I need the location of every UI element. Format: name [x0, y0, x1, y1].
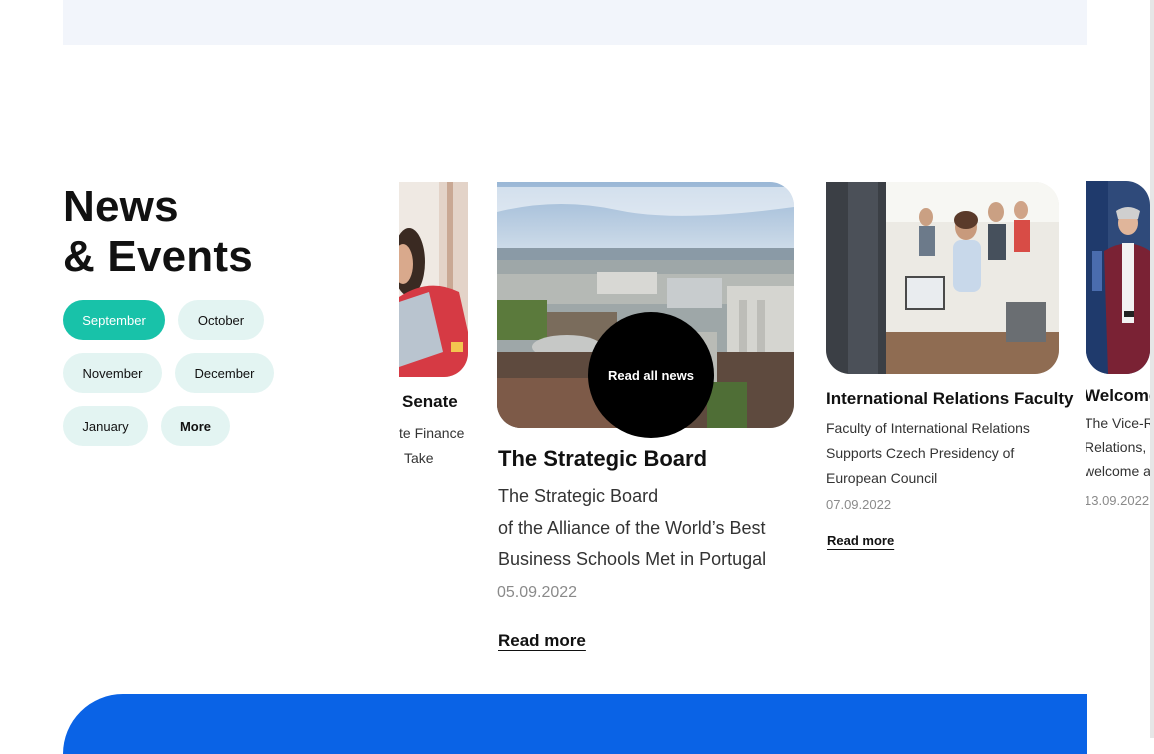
news-card-excerpt-line: of the Alliance of the World’s Best: [498, 518, 766, 538]
month-pill-december[interactable]: December: [175, 353, 274, 393]
news-card-image-woman-laptop: [399, 182, 468, 377]
news-card-image-man-in-suit: [1086, 181, 1150, 374]
news-card-partial-left[interactable]: Senate te Finance Take: [399, 182, 469, 482]
news-card-excerpt-line: Take: [404, 450, 434, 466]
news-card-excerpt-line: welcome a: [1086, 463, 1150, 479]
news-card-excerpt-line: The Strategic Board: [498, 486, 659, 506]
section-title: News & Events: [63, 182, 253, 282]
top-band: [63, 0, 1087, 45]
month-pill-january[interactable]: January: [63, 406, 148, 446]
month-pill-november[interactable]: November: [63, 353, 162, 393]
news-card-title: Senate: [402, 392, 458, 411]
news-card-excerpt-line: Business Schools Met in Portugal: [498, 549, 767, 569]
news-card-date: 05.09.2022: [497, 584, 578, 601]
news-card-date: 13.09.2022: [1086, 493, 1150, 508]
news-card-excerpt-line: The Vice-Re: [1086, 415, 1150, 431]
section-title-line2: & Events: [63, 232, 253, 281]
month-pill-october[interactable]: October: [178, 300, 264, 340]
news-card-title[interactable]: International Relations Faculty: [826, 389, 1074, 409]
section-title-line1: News: [63, 182, 179, 231]
news-card-partial-right[interactable]: Welcome The Vice-Re Relations, p welcome…: [1086, 181, 1150, 511]
news-card-international-relations[interactable]: International Relations Faculty Faculty …: [826, 182, 1074, 562]
month-pill-september[interactable]: September: [63, 300, 165, 340]
news-card-image-classroom: [826, 182, 1059, 374]
read-all-news-button[interactable]: Read all news: [588, 312, 714, 438]
read-more-link[interactable]: Read more: [498, 631, 586, 651]
month-pill-more[interactable]: More: [161, 406, 230, 446]
news-card-excerpt-line: European Council: [826, 470, 938, 486]
news-card-excerpt-line: Relations, p: [1086, 439, 1150, 455]
news-card-excerpt-line: Supports Czech Presidency of: [826, 445, 1015, 461]
news-card-title: Welcome: [1086, 386, 1150, 405]
footer-blue-banner: [63, 694, 1087, 754]
scrollbar-track[interactable]: [1150, 0, 1154, 738]
news-card-title[interactable]: The Strategic Board: [498, 446, 707, 472]
read-more-link[interactable]: Read more: [827, 533, 894, 548]
news-card-excerpt-line: te Finance: [399, 425, 465, 441]
news-card-date: 07.09.2022: [826, 497, 892, 512]
news-card-excerpt-line: Faculty of International Relations: [826, 420, 1030, 436]
